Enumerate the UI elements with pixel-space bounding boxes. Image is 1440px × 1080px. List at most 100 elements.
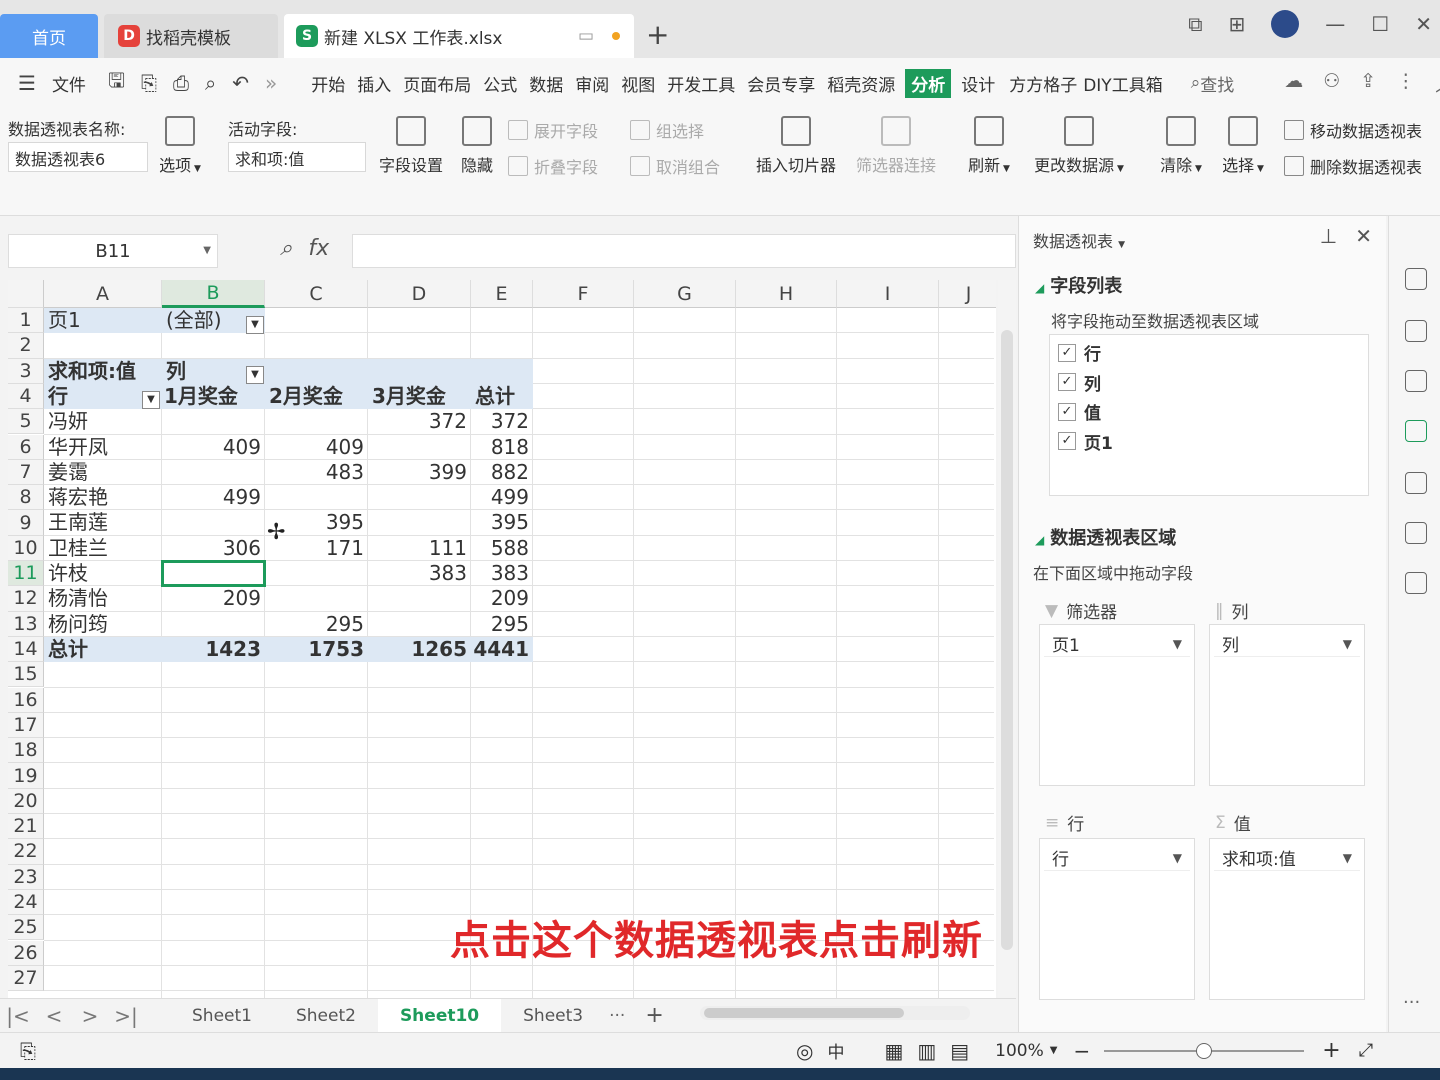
pivot-value-header[interactable]: 求和项:值	[48, 359, 136, 384]
ungroup-button[interactable]: 取消组合	[630, 154, 720, 178]
column-header[interactable]: C	[265, 280, 368, 308]
menu-item[interactable]: 稻壳资源	[825, 69, 897, 98]
pivot-row-label[interactable]: 行	[48, 384, 68, 409]
field-checkbox-row[interactable]: ✓ 值	[1058, 399, 1101, 424]
row-header[interactable]: 20	[8, 788, 44, 814]
pivot-page-filter[interactable]: (全部)	[166, 308, 222, 333]
zoom-dropdown-icon[interactable]: ▼	[1050, 1045, 1058, 1056]
zoom-in-icon[interactable]: +	[1322, 1038, 1340, 1063]
expand-field-button[interactable]: 展开字段	[508, 118, 598, 142]
row-header[interactable]: 18	[8, 738, 44, 764]
formula-input[interactable]	[352, 234, 1016, 268]
options-button[interactable]: 选项 ▼	[156, 116, 204, 176]
pivot-value-cell[interactable]: 383	[368, 561, 467, 586]
row-header[interactable]: 15	[8, 662, 44, 688]
sheet-tab[interactable]: Sheet10	[377, 998, 502, 1033]
cloud-icon[interactable]: ☁	[1284, 70, 1303, 97]
move-pivot-button[interactable]: 移动数据透视表	[1284, 118, 1422, 142]
pivot-total-cell[interactable]: 1423	[162, 637, 261, 662]
pivot-value-cell[interactable]: 818	[471, 435, 529, 460]
row-header[interactable]: 1	[8, 308, 44, 334]
menu-item[interactable]: 数据	[527, 69, 565, 98]
pivot-column-header[interactable]: 2月奖金	[269, 384, 343, 409]
tab-document[interactable]: S 新建 XLSX 工作表.xlsx ▭	[284, 14, 634, 58]
zoom-level[interactable]: 100%	[995, 1041, 1044, 1061]
pivot-value-cell[interactable]: 409	[162, 435, 261, 460]
column-header[interactable]: G	[634, 280, 736, 308]
share-icon[interactable]: ⇪	[1360, 70, 1376, 97]
selected-cell[interactable]	[161, 560, 266, 588]
refresh-button[interactable]: 刷新 ▼	[964, 116, 1014, 176]
column-header[interactable]: H	[736, 280, 837, 308]
menu-file[interactable]: 文件	[52, 71, 86, 96]
share-user-icon[interactable]: ⚇	[1323, 70, 1340, 97]
avatar[interactable]	[1271, 10, 1300, 38]
add-sheet-button[interactable]: +	[645, 1003, 663, 1028]
pivot-value-cell[interactable]: 399	[368, 460, 467, 485]
row-header[interactable]: 14	[8, 636, 44, 663]
fx-icon[interactable]: fx	[308, 236, 329, 261]
fullscreen-icon[interactable]: ⤢	[1359, 1040, 1373, 1061]
preview-icon[interactable]: ⌕	[205, 71, 216, 95]
column-header[interactable]: A	[44, 280, 162, 308]
more-dots-icon[interactable]: ···	[1403, 992, 1420, 1013]
values-field-pill[interactable]: 求和项:值 ▼	[1214, 845, 1360, 871]
collapse-ribbon-icon[interactable]: ︿	[1435, 70, 1440, 97]
sliders-icon[interactable]	[1405, 370, 1427, 392]
pivot-row-name[interactable]: 姜霭	[48, 460, 88, 485]
values-area[interactable]: 求和项:值 ▼	[1209, 838, 1365, 1000]
field-list-title[interactable]: ◢ 字段列表	[1035, 272, 1122, 298]
input-mode[interactable]: 中	[827, 1038, 844, 1063]
filter-field-pill[interactable]: 页1 ▼	[1044, 631, 1190, 657]
pivot-row-name[interactable]: 卫桂兰	[48, 536, 108, 561]
pivot-page-label[interactable]: 页1	[48, 308, 81, 333]
maximize-icon[interactable]: ☐	[1371, 12, 1389, 36]
row-header[interactable]: 24	[8, 889, 44, 916]
pivot-column-header[interactable]: 3月奖金	[372, 384, 446, 409]
rows-field-pill[interactable]: 行 ▼	[1044, 845, 1190, 871]
column-header[interactable]: I	[837, 280, 939, 308]
monitor-icon[interactable]: ▭	[578, 26, 594, 46]
zoom-slider-knob[interactable]	[1196, 1042, 1213, 1059]
spreadsheet-grid[interactable]: A B C D E F G H I J 1 2 3 4 5 6 7 8 9 10 11 12 13 14 15 16 17 18 19 2…	[8, 280, 996, 1000]
close-icon[interactable]: ✕	[1415, 12, 1432, 36]
page-filter-dropdown[interactable]: ▼	[242, 311, 264, 336]
row-header[interactable]: 26	[8, 940, 44, 966]
pivot-column-label[interactable]: 列	[166, 359, 186, 384]
pivot-total-cell[interactable]: 1265	[368, 637, 467, 662]
chevron-down-icon[interactable]: ▼	[203, 245, 211, 256]
filter-area[interactable]: 页1 ▼	[1039, 624, 1195, 786]
next-sheet-icon[interactable]: >	[72, 1004, 108, 1028]
tab-home[interactable]: 首页	[0, 14, 98, 58]
menu-analyze[interactable]: 分析	[905, 68, 952, 98]
pivot-name-input[interactable]: 数据透视表6	[8, 142, 148, 172]
rows-area[interactable]: 行 ▼	[1039, 838, 1195, 1000]
row-header[interactable]: 7	[8, 459, 44, 486]
menu-item[interactable]: 会员专享	[745, 69, 817, 98]
layout-icon[interactable]: ⧉	[1188, 12, 1202, 36]
pivot-value-cell[interactable]: 499	[162, 485, 261, 510]
menu-item[interactable]: 公式	[481, 69, 519, 98]
row-header[interactable]: 4	[8, 383, 44, 410]
book-icon[interactable]	[1405, 572, 1427, 594]
row-header[interactable]: 25	[8, 915, 44, 941]
checkbox-checked-icon[interactable]: ✓	[1058, 343, 1076, 362]
row-header[interactable]: 11	[8, 561, 44, 587]
menu-item[interactable]: 审阅	[573, 69, 611, 98]
cursor-icon[interactable]	[1405, 320, 1427, 342]
sheet-tab[interactable]: Sheet3	[501, 1006, 605, 1026]
row-header[interactable]: 3	[8, 358, 44, 384]
more-chevron-icon[interactable]: »	[265, 71, 277, 95]
field-checkbox-row[interactable]: ✓ 列	[1058, 370, 1101, 395]
row-header[interactable]: 8	[8, 485, 44, 511]
new-tab-button[interactable]: +	[646, 18, 669, 51]
zoom-formula-icon[interactable]: ⌕	[280, 236, 292, 261]
more-icon[interactable]: ⋮	[1396, 70, 1415, 97]
tab-template[interactable]: D 找稻壳模板	[104, 14, 278, 58]
menu-item[interactable]: 视图	[619, 69, 657, 98]
first-sheet-icon[interactable]: |<	[0, 1004, 36, 1028]
checkbox-checked-icon[interactable]: ✓	[1058, 402, 1076, 421]
pivot-row-name[interactable]: 杨问筠	[48, 612, 108, 637]
search-label[interactable]: 查找	[1200, 71, 1234, 96]
menu-item[interactable]: 开发工具	[665, 69, 737, 98]
